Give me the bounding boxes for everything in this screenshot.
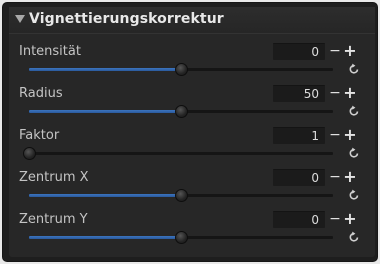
slider-track[interactable] [29,152,333,155]
decrement-button[interactable]: − [329,211,341,227]
decrement-button[interactable]: − [329,43,341,59]
value-field[interactable]: 0 [273,211,325,228]
slider-fill [29,194,181,197]
slider-row-radius: Radius 50 − + [9,85,375,125]
value-field[interactable]: 50 [273,85,325,102]
reset-arrow-icon[interactable] [348,231,360,243]
slider-row-faktor: Faktor 1 − + [9,127,375,167]
increment-button[interactable]: + [343,43,357,59]
slider-knob[interactable] [175,63,188,76]
panel-header[interactable]: Vignettierungskorrektur [9,7,375,34]
decrement-button[interactable]: − [329,169,341,185]
slider-fill [29,68,181,71]
vignetting-tool-frame: Vignettierungskorrektur Intensität 0 − +… [2,2,378,262]
increment-button[interactable]: + [343,211,357,227]
value-text: 0 [311,45,319,59]
row-label: Intensität [19,44,81,59]
slider-knob[interactable] [175,105,188,118]
panel-title: Vignettierungskorrektur [29,11,224,27]
value-text: 50 [303,87,319,101]
slider-fill [29,236,181,239]
value-text: 1 [311,129,319,143]
row-label: Faktor [19,128,60,143]
reset-arrow-icon[interactable] [348,189,360,201]
slider-knob[interactable] [23,147,36,160]
slider-row-intensitaet: Intensität 0 − + [9,43,375,83]
slider-knob[interactable] [175,231,188,244]
value-text: 0 [311,171,319,185]
slider-row-zentrum-x: Zentrum X 0 − + [9,169,375,209]
slider-fill [29,110,181,113]
increment-button[interactable]: + [343,169,357,185]
increment-button[interactable]: + [343,127,357,143]
increment-button[interactable]: + [343,85,357,101]
value-field[interactable]: 0 [273,169,325,186]
row-label: Zentrum X [19,170,89,185]
reset-arrow-icon[interactable] [348,63,360,75]
reset-arrow-icon[interactable] [348,147,360,159]
row-label: Radius [19,86,63,101]
decrement-button[interactable]: − [329,85,341,101]
vignetting-panel: Vignettierungskorrektur Intensität 0 − +… [9,7,375,257]
value-field[interactable]: 0 [273,43,325,60]
decrement-button[interactable]: − [329,127,341,143]
reset-arrow-icon[interactable] [348,105,360,117]
row-label: Zentrum Y [19,212,88,227]
slider-knob[interactable] [175,189,188,202]
value-text: 0 [311,213,319,227]
triangle-down-icon[interactable] [15,15,25,23]
value-field[interactable]: 1 [273,127,325,144]
slider-row-zentrum-y: Zentrum Y 0 − + [9,211,375,251]
